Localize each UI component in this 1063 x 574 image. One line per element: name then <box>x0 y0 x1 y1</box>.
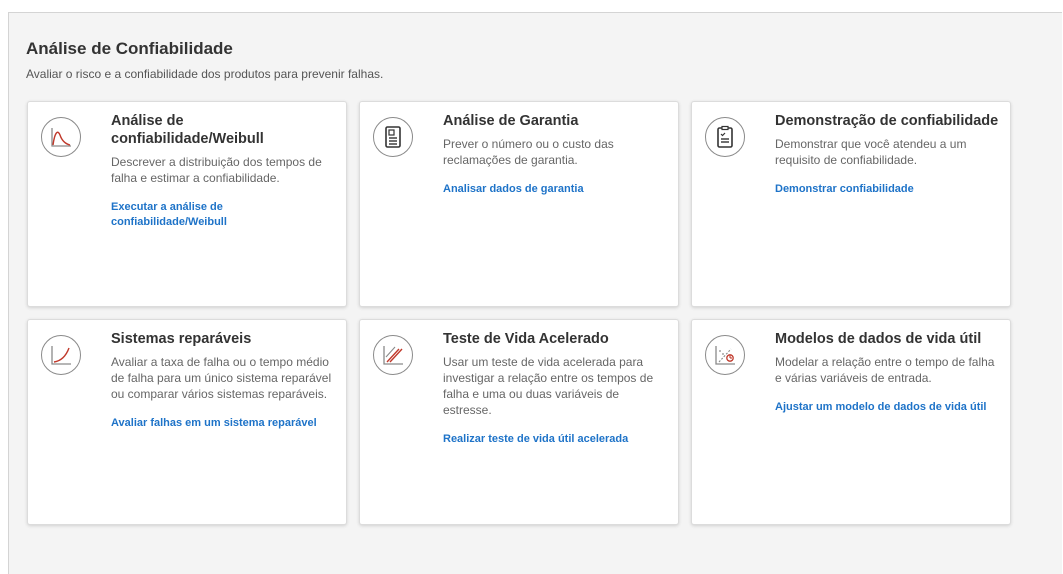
card-warranty-analysis: Análise de Garantia Prever o número ou o… <box>359 101 679 307</box>
run-weibull-analysis-link[interactable]: Executar a análise de confiabilidade/Wei… <box>111 200 339 230</box>
card-repairable-systems: Sistemas reparáveis Avaliar a taxa de fa… <box>27 319 347 525</box>
regression-target-icon <box>705 335 745 375</box>
card-description: Demonstrar que você atendeu a um requisi… <box>775 137 967 167</box>
growth-curve-icon <box>41 335 81 375</box>
card-description: Descrever a distribuição dos tempos de f… <box>111 155 322 185</box>
card-title: Análise de confiabilidade/Weibull <box>111 113 264 147</box>
card-accelerated-life-test: Teste de Vida Acelerado Usar um teste de… <box>359 319 679 525</box>
card-title: Demonstração de confiabilidade <box>775 113 999 129</box>
card-description: Prever o número ou o custo das reclamaçõ… <box>443 137 614 167</box>
card-title: Sistemas reparáveis <box>111 331 252 347</box>
card-description: Avaliar a taxa de falha ou o tempo médio… <box>111 355 332 401</box>
card-description: Usar um teste de vida acelerada para inv… <box>443 355 654 417</box>
page-title: Análise de Confiabilidade <box>26 39 233 58</box>
weibull-curve-icon <box>41 117 81 157</box>
clipboard-check-icon <box>705 117 745 157</box>
card-description: Modelar a relação entre o tempo de falha… <box>775 355 995 385</box>
demonstrate-reliability-link[interactable]: Demonstrar confiabilidade <box>775 182 1003 197</box>
card-title: Modelos de dados de vida útil <box>775 331 982 347</box>
parallel-lines-icon <box>373 335 413 375</box>
warranty-document-icon <box>373 117 413 157</box>
page-subtitle: Avaliar o risco e a confiabilidade dos p… <box>26 67 384 81</box>
evaluate-repairable-failures-link[interactable]: Avaliar falhas em um sistema reparável <box>111 416 339 431</box>
run-accelerated-life-test-link[interactable]: Realizar teste de vida útil acelerada <box>443 432 671 447</box>
card-reliability-weibull: Análise de confiabilidade/Weibull Descre… <box>27 101 347 307</box>
card-reliability-demonstration: Demonstração de confiabilidade Demonstra… <box>691 101 1011 307</box>
card-title: Análise de Garantia <box>443 113 579 129</box>
analyze-warranty-data-link[interactable]: Analisar dados de garantia <box>443 182 671 197</box>
card-life-data-models: Modelos de dados de vida útil Modelar a … <box>691 319 1011 525</box>
card-title: Teste de Vida Acelerado <box>443 331 609 347</box>
fit-life-data-model-link[interactable]: Ajustar um modelo de dados de vida útil <box>775 400 1003 415</box>
